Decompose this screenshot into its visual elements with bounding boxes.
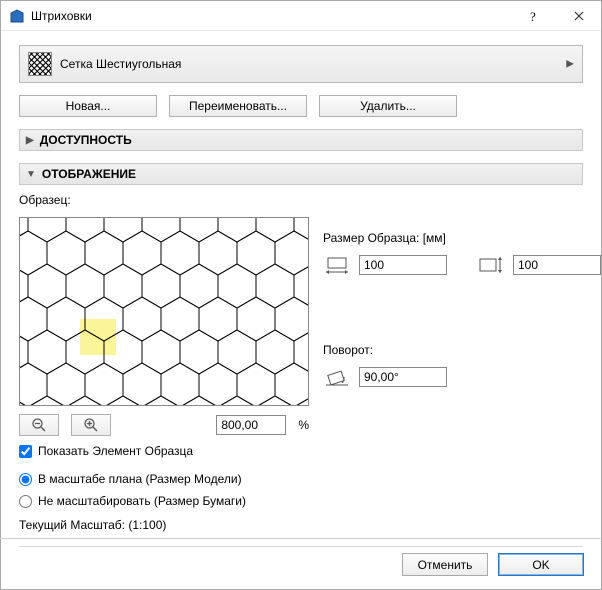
- section-availability-label: ДОСТУПНОСТЬ: [40, 133, 132, 147]
- section-display[interactable]: ▼ ОТОБРАЖЕНИЕ: [19, 163, 583, 185]
- show-sample-element-label: Показать Элемент Образца: [38, 444, 193, 458]
- width-icon: [323, 255, 351, 275]
- close-button[interactable]: [556, 1, 601, 31]
- help-button[interactable]: ?: [511, 1, 556, 31]
- no-scale-radio[interactable]: [19, 495, 32, 508]
- zoom-in-button[interactable]: [71, 414, 111, 436]
- app-icon: [9, 8, 25, 24]
- rename-button[interactable]: Переименовать...: [169, 95, 307, 117]
- rotation-label: Поворот:: [323, 343, 601, 357]
- titlebar: Штриховки ?: [1, 1, 601, 31]
- height-icon: [477, 255, 505, 275]
- section-display-label: ОТОБРАЖЕНИЕ: [42, 167, 136, 181]
- ok-button[interactable]: OK: [498, 553, 584, 576]
- chevron-right-icon: ▶: [26, 135, 34, 146]
- fill-type-selector[interactable]: Сетка Шестиугольная ▶: [19, 45, 583, 83]
- sample-size-label: Размер Образца: [мм]: [323, 231, 601, 245]
- preview-label: Образец:: [19, 193, 583, 207]
- chevron-down-icon: ▼: [26, 169, 36, 180]
- rotation-input[interactable]: [359, 367, 447, 387]
- no-scale-label: Не масштабировать (Размер Бумаги): [38, 494, 246, 508]
- fill-preview: [19, 217, 309, 406]
- cancel-button[interactable]: Отменить: [402, 553, 488, 576]
- window-title: Штриховки: [31, 9, 511, 23]
- zoom-out-button[interactable]: [19, 414, 59, 436]
- zoom-input[interactable]: [216, 415, 286, 435]
- new-button[interactable]: Новая...: [19, 95, 157, 117]
- fill-swatch-icon: [28, 52, 52, 76]
- scale-plan-label: В масштабе плана (Размер Модели): [38, 472, 242, 486]
- scale-plan-radio[interactable]: [19, 473, 32, 486]
- rotation-icon: [323, 367, 351, 387]
- svg-text:?: ?: [530, 9, 536, 23]
- fill-name: Сетка Шестиугольная: [60, 57, 181, 71]
- sample-width-input[interactable]: [359, 255, 447, 275]
- zoom-percent-label: %: [298, 418, 309, 432]
- show-sample-element-checkbox[interactable]: [19, 445, 32, 458]
- chevron-right-icon: ▶: [566, 59, 574, 70]
- current-scale-note: Текущий Масштаб: (1:100): [19, 518, 583, 532]
- delete-button[interactable]: Удалить...: [319, 95, 457, 117]
- section-availability[interactable]: ▶ ДОСТУПНОСТЬ: [19, 129, 583, 151]
- sample-height-input[interactable]: [513, 255, 601, 275]
- dialog-footer: Отменить OK: [0, 538, 602, 590]
